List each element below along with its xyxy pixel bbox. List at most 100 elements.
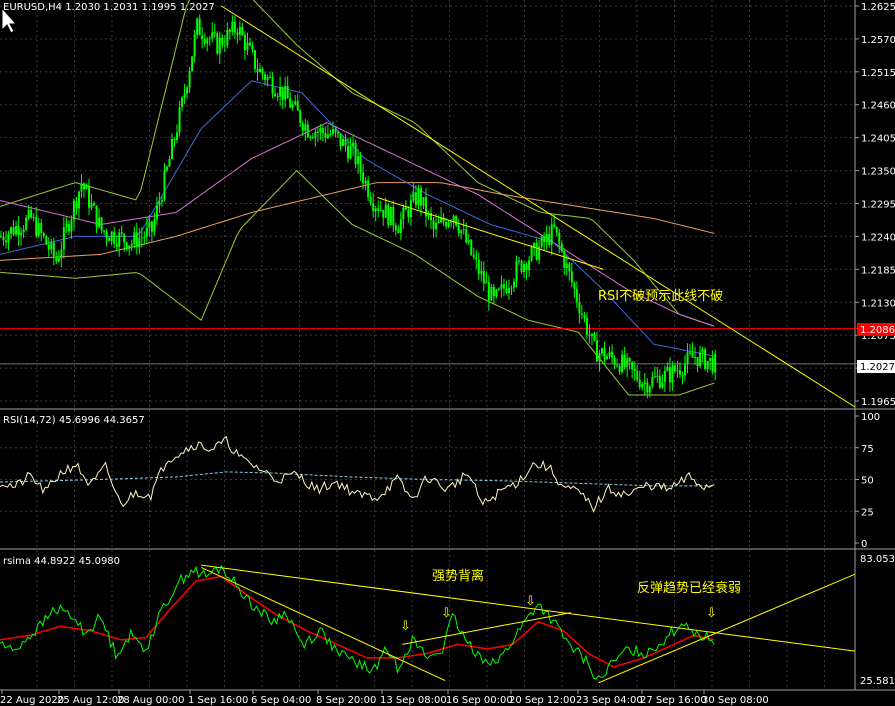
candle-body (347, 145, 350, 159)
x-tick-label: 23 Sep 04:00 (576, 695, 643, 706)
candle-body (20, 232, 23, 236)
candle-body (284, 85, 287, 100)
candle-body (90, 203, 93, 208)
candle-body (246, 42, 249, 51)
candle-body (128, 245, 131, 250)
candle-body (535, 242, 538, 260)
candle-body (198, 18, 201, 35)
candle-body (653, 376, 656, 378)
candle-body (160, 199, 163, 202)
candle-body (316, 131, 319, 133)
candle-body (641, 384, 644, 388)
candle-body (158, 201, 161, 206)
candle-body (694, 356, 697, 358)
candle-body (100, 217, 103, 231)
candle-body (72, 200, 75, 220)
candle-body (606, 356, 609, 360)
candle-body (528, 260, 531, 271)
candle-body (553, 224, 556, 227)
candle-body (93, 203, 96, 206)
candle-body (384, 204, 387, 218)
candle-body (455, 215, 458, 226)
candle-body (306, 124, 309, 138)
candle-body (27, 209, 30, 218)
candle-body (379, 209, 382, 211)
candle-body (259, 68, 262, 73)
candle-body (452, 215, 455, 222)
rsi-y-tick-label: 50 (861, 476, 874, 487)
candle-body (470, 239, 473, 255)
chart-window[interactable]: 1.2625 1.2570 1.2515 1.2460 1.2405 1.2350 1.22… (0, 0, 895, 706)
candle-body (95, 205, 98, 228)
osma-annotation-divergence: 强势背离 (432, 568, 484, 584)
candle-body (115, 243, 118, 247)
candle-body (412, 192, 415, 201)
candle-body (311, 136, 314, 138)
candle-body (671, 365, 674, 383)
candle-body (374, 208, 377, 211)
rsi-y-tick-label: 25 (861, 507, 874, 518)
svg-text:1.2027: 1.2027 (860, 362, 895, 373)
candle-body (30, 209, 33, 218)
candle-body (676, 370, 679, 372)
candle-body (2, 236, 5, 241)
candle-body (646, 382, 649, 393)
candle-body (196, 18, 199, 35)
candle-body (37, 222, 40, 236)
candle-body (626, 358, 629, 367)
candle-body (118, 232, 121, 247)
candle-body (691, 353, 694, 358)
candle-body (143, 236, 146, 238)
candle-body (543, 236, 546, 243)
candle-body (47, 244, 50, 250)
candle-body (575, 288, 578, 303)
candle-body (286, 85, 289, 99)
osma-y-bottom-label: 25.5813 (860, 676, 895, 687)
candle-body (447, 222, 450, 227)
candle-body (228, 29, 231, 32)
candle-body (487, 282, 490, 301)
x-tick-label: 28 Aug 00:00 (117, 695, 184, 706)
candle-body (387, 204, 390, 225)
candle-body (417, 188, 420, 206)
candle-body (191, 56, 194, 72)
y-tick-label: 1.2185 (861, 265, 895, 276)
candle-body (621, 354, 624, 373)
red-line-price-badge: 1.2086 (857, 323, 895, 336)
candle-body (12, 227, 15, 235)
y-tick-label: 1.2460 (861, 101, 895, 112)
candle-body (165, 166, 168, 171)
candle-body (243, 35, 246, 51)
candle-body (686, 352, 689, 364)
candle-body (666, 367, 669, 371)
candle-body (22, 229, 25, 233)
candle-body (140, 237, 143, 239)
candle-body (513, 281, 515, 288)
candle-body (42, 233, 45, 237)
candle-body (613, 357, 616, 366)
candle-body (618, 366, 621, 373)
rsi-y-tick-label: 0 (861, 539, 867, 550)
candle-body (636, 370, 639, 380)
x-tick-label: 16 Sep 00:00 (446, 695, 513, 706)
candle-body (7, 233, 10, 243)
down-arrow-icon: ⇩ (706, 606, 717, 621)
candle-body (477, 259, 480, 274)
candle-body (673, 365, 676, 372)
candle-body (336, 132, 339, 134)
candle-body (407, 209, 410, 218)
osma-panel-header: rsima 44.8922 45.0980 (3, 556, 120, 567)
candle-body (279, 86, 282, 97)
candle-body (590, 333, 593, 336)
candle-body (326, 134, 329, 138)
candle-body (266, 76, 269, 81)
candle-body (35, 216, 38, 236)
candle-body (520, 260, 523, 272)
candle-body (648, 386, 651, 393)
candle-body (103, 230, 106, 232)
candle-body (168, 159, 171, 167)
candle-body (329, 134, 332, 136)
candle-body (291, 104, 294, 108)
main-panel-header: EURUSD,H4 1.2030 1.2031 1.1995 1.2027 (3, 2, 215, 13)
candle-body (573, 282, 576, 289)
